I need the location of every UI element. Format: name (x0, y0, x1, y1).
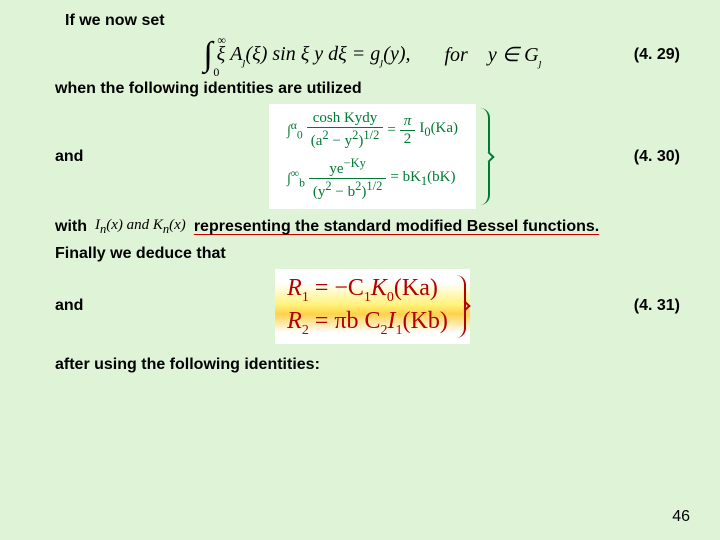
eq31-row2: R2 = πb C2I1(Kb) (287, 306, 448, 339)
with-tail: representing the standard modified Besse… (194, 218, 599, 236)
with-inline-eq: In(x) and Kn(x) (95, 217, 186, 237)
equation-4-30: and ∫α0 cosh Kydy (a2 − y2)1/2 = π 2 I0(… (55, 104, 690, 209)
finally-text: Finally we deduce that (55, 245, 690, 263)
eq29-body: ξ Aȷ(ξ) sin ξ y dξ = gȷ(y), (217, 43, 411, 68)
intro-text: If we now set (65, 12, 690, 30)
after-text: after using the following identities: (55, 356, 690, 374)
int-upper-limit: ∞ (217, 34, 226, 46)
equation-4-29: ∫ ∞ 0 ξ Aȷ(ξ) sin ξ y dξ = gȷ(y), for y … (55, 38, 690, 72)
and-label-30: and (55, 148, 83, 166)
eq30-tag: (4. 30) (634, 148, 680, 166)
brace-icon (454, 275, 466, 338)
integral-sign: ∫ ∞ 0 (203, 38, 212, 72)
eq30-row1: ∫α0 cosh Kydy (a2 − y2)1/2 = π 2 I0(Ka) (287, 110, 458, 150)
eq31-row1: R1 = −C1K0(Ka) (287, 273, 448, 306)
equation-4-31: and R1 = −C1K0(Ka) R2 = πb C2I1(Kb) (4. … (55, 269, 690, 344)
eq29-for: for y ∈ Gȷ (445, 42, 542, 69)
eq31-tag: (4. 31) (634, 297, 680, 315)
page-number: 46 (672, 508, 690, 526)
int-lower-limit: 0 (213, 66, 219, 78)
eq30-row2: ∫∞b ye−Ky (y2 − b2)1/2 = bK1(bK) (287, 156, 458, 201)
and-label-31: and (55, 297, 83, 315)
with-label: with (55, 218, 87, 236)
brace-icon (476, 108, 490, 205)
when-text: when the following identities are utiliz… (55, 80, 690, 98)
with-line: with In(x) and Kn(x) representing the st… (55, 217, 690, 237)
eq29-tag: (4. 29) (634, 46, 680, 64)
